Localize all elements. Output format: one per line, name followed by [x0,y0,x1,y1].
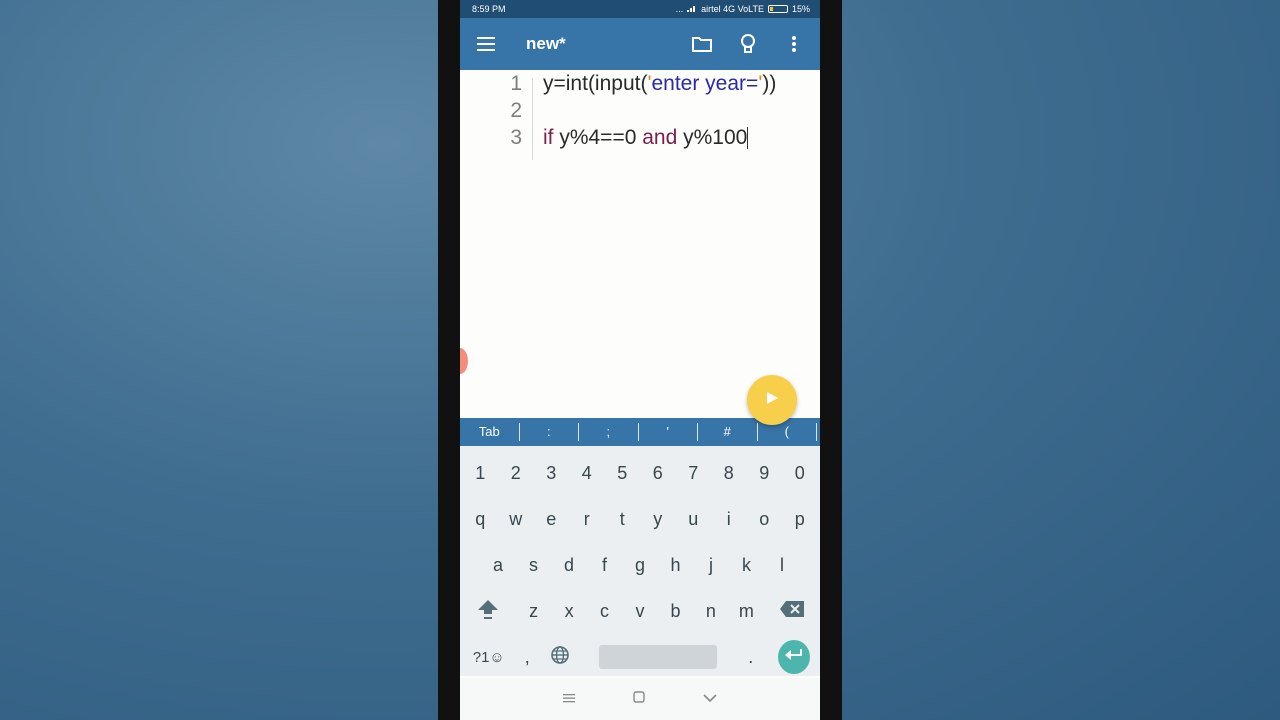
line-number: 1 [510,71,522,95]
backspace-key[interactable] [764,600,820,622]
app-bar: new* [460,18,820,70]
key[interactable]: k [729,555,765,576]
key[interactable]: 0 [782,463,818,484]
keyboard-row-1: q w e r t y u i o p [460,496,820,542]
run-button[interactable] [747,375,797,425]
symbol-key[interactable]: ' [639,423,698,441]
key[interactable]: w [498,509,534,530]
symbol-key[interactable]: # [698,423,758,441]
key[interactable]: v [622,601,657,622]
key[interactable]: s [516,555,552,576]
key[interactable]: x [551,601,586,622]
key[interactable]: a [480,555,516,576]
key[interactable]: e [534,509,570,530]
key[interactable]: 3 [534,463,570,484]
appbar-actions [692,34,804,54]
shift-icon [477,598,498,625]
more-vert-icon[interactable] [784,34,804,54]
key[interactable]: q [463,509,499,530]
key[interactable]: 8 [711,463,747,484]
status-right: ... airtel 4G VoLTE 15% [676,4,810,14]
keyboard-row-2: a s d f g h j k l [460,542,820,588]
battery-icon [767,5,788,13]
key[interactable]: 1 [463,463,499,484]
key[interactable]: u [676,509,712,530]
backspace-icon [780,600,805,622]
shift-key[interactable] [460,598,516,625]
key[interactable]: d [551,555,587,576]
key[interactable]: i [711,509,747,530]
line-number: 3 [510,125,522,149]
key[interactable]: l [764,555,800,576]
symbol-key[interactable]: : [520,423,579,441]
symbol-key[interactable]: ( [758,423,817,441]
code-text: if y%4==0 and y%100 [543,125,749,149]
language-key[interactable] [547,645,573,670]
menu-icon[interactable] [476,34,496,54]
key[interactable]: c [587,601,622,622]
period-key[interactable]: . [741,647,760,668]
status-battery: 15% [791,4,810,14]
key[interactable]: y [640,509,676,530]
enter-key[interactable] [778,640,810,674]
code-line-1[interactable]: 1 y=int(input('enter year=')) [460,70,820,97]
key[interactable]: g [622,555,658,576]
key[interactable]: h [658,555,694,576]
soft-keyboard: 1 2 3 4 5 6 7 8 9 0 q w e r t y u i o p … [460,446,820,676]
play-icon [766,391,778,409]
recents-menu-icon[interactable] [563,690,575,708]
key[interactable]: r [569,509,605,530]
key[interactable]: f [587,555,623,576]
key[interactable]: m [729,601,764,622]
key[interactable]: 9 [747,463,783,484]
key[interactable]: o [747,509,783,530]
code-text: y=int(input('enter year=')) [543,71,777,95]
keyboard-row-numbers: 1 2 3 4 5 6 7 8 9 0 [460,450,820,496]
side-handle[interactable] [460,348,468,374]
key[interactable]: j [693,555,729,576]
back-chevron-icon[interactable] [703,690,717,708]
status-dots: ... [675,4,684,14]
status-carrier: airtel 4G VoLTE [701,4,764,14]
key[interactable]: 6 [640,463,676,484]
keyboard-bottom-row: ?1☺ , . [460,634,820,680]
code-editor[interactable]: 1 y=int(input('enter year=')) 2 3 if y%4… [460,70,820,425]
key[interactable]: z [516,601,551,622]
key[interactable]: 2 [498,463,534,484]
keyboard-row-3: z x c v b n m [460,588,820,634]
status-bar: 8:59 PM ... airtel 4G VoLTE 15% [460,0,820,18]
phone-screen: 8:59 PM ... airtel 4G VoLTE 15% new* 1 y… [460,0,820,720]
key[interactable]: b [658,601,693,622]
phone-bezel-right [820,0,842,720]
symbols-key[interactable]: ?1☺ [470,649,508,666]
home-square-icon[interactable] [633,690,645,708]
key[interactable]: 4 [569,463,605,484]
key[interactable]: n [693,601,728,622]
signal-icon [687,4,697,14]
key[interactable]: p [782,509,818,530]
globe-icon [550,645,570,670]
symbol-key[interactable]: Tab [460,423,520,441]
status-time: 8:59 PM [472,4,506,14]
symbol-key[interactable]: ; [579,423,639,441]
phone-bezel-left [438,0,460,720]
file-title: new* [526,34,566,53]
line-number: 2 [510,98,522,122]
system-nav-bar [460,678,820,720]
folder-icon[interactable] [692,34,712,54]
lightbulb-icon[interactable] [738,34,758,54]
text-cursor [747,126,749,149]
comma-key[interactable]: , [508,647,547,668]
space-key[interactable] [599,645,718,669]
code-line-3[interactable]: 3 if y%4==0 and y%100 [460,124,820,151]
key[interactable]: 5 [605,463,641,484]
key[interactable]: t [605,509,641,530]
enter-icon [785,648,803,667]
code-line-2[interactable]: 2 [460,97,820,124]
key[interactable]: 7 [676,463,712,484]
